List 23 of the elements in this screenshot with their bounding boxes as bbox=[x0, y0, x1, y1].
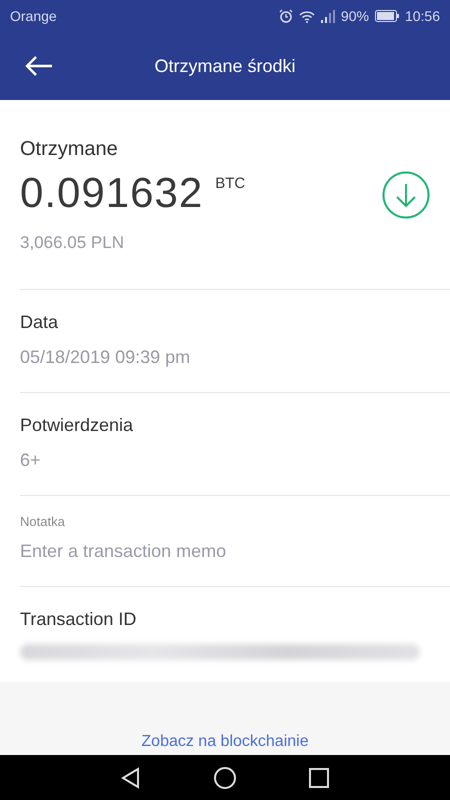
amount-label: Otrzymane bbox=[20, 138, 119, 161]
field-value: 6+ bbox=[20, 450, 42, 471]
field-label: Data bbox=[20, 312, 60, 333]
field-label: Transaction ID bbox=[20, 609, 138, 630]
home-nav-button[interactable] bbox=[213, 766, 237, 790]
carrier-name: Orange bbox=[10, 8, 57, 24]
signal-icon bbox=[320, 10, 335, 22]
blockchain-link[interactable]: Zobacz na blockchainie bbox=[141, 733, 309, 751]
fiat-amount: 3,066.05 PLN bbox=[20, 233, 125, 253]
wifi-icon bbox=[298, 10, 315, 22]
memo-field[interactable]: Enter a transaction memo bbox=[20, 541, 400, 562]
field-label: Potwierdzenia bbox=[20, 415, 134, 436]
battery-percent: 90% bbox=[340, 8, 369, 24]
screen-title: Otrzymane środki bbox=[154, 56, 296, 76]
memo-label: Notatka bbox=[20, 514, 66, 529]
battery-icon bbox=[374, 10, 399, 22]
currency-unit: BTC bbox=[215, 175, 246, 192]
alarm-icon bbox=[278, 9, 293, 23]
btc-amount: 0.091632 bbox=[20, 169, 204, 217]
back-button[interactable] bbox=[24, 54, 54, 78]
recents-nav-button[interactable] bbox=[307, 766, 331, 790]
field-value: 05/18/2019 09:39 pm bbox=[20, 347, 192, 368]
clock-time: 10:56 bbox=[404, 8, 440, 24]
